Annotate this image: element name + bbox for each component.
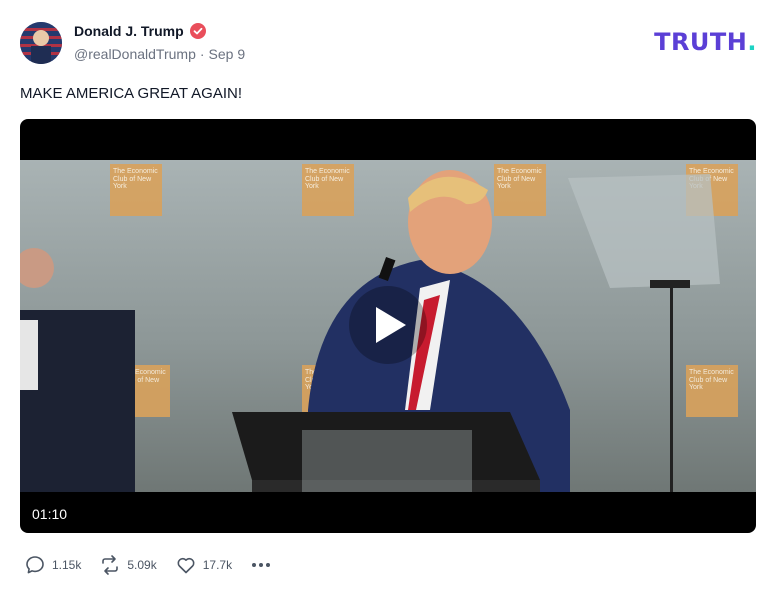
more-dot — [266, 563, 271, 567]
post-text: MAKE AMERICA GREAT AGAIN! — [20, 85, 243, 102]
author-name[interactable]: Donald J. Trump — [74, 23, 184, 39]
play-icon[interactable] — [349, 286, 427, 364]
handle-row: @realDonaldTrump · Sep 9 — [74, 46, 245, 62]
post-date[interactable]: Sep 9 — [209, 46, 246, 62]
more-dot — [259, 563, 264, 567]
like-button[interactable]: 17.7k — [175, 554, 232, 576]
brand-dot: . — [747, 28, 757, 56]
retruth-count: 5.09k — [127, 558, 157, 572]
separator: · — [199, 46, 205, 62]
more-dot — [252, 563, 257, 567]
truth-logo[interactable]: TRUTH. — [654, 28, 757, 56]
author-row: Donald J. Trump — [74, 23, 206, 39]
like-count: 17.7k — [202, 558, 233, 572]
post-actions: 1.15k 5.09k 17.7k — [24, 554, 272, 576]
avatar[interactable] — [20, 22, 62, 64]
heart-icon — [175, 554, 197, 576]
verified-badge-icon — [189, 23, 206, 39]
author-handle[interactable]: @realDonaldTrump — [74, 46, 196, 62]
reply-count: 1.15k — [52, 558, 82, 572]
video-duration: 01:10 — [32, 506, 68, 522]
retruth-button[interactable]: 5.09k — [99, 554, 157, 576]
brand-text: TRUTH — [654, 28, 748, 56]
video-player[interactable]: The Economic Club of New York The Econom… — [20, 119, 756, 533]
more-icon[interactable] — [250, 554, 272, 576]
reply-icon — [24, 554, 46, 576]
retruth-icon — [99, 554, 121, 576]
reply-button[interactable]: 1.15k — [24, 554, 81, 576]
